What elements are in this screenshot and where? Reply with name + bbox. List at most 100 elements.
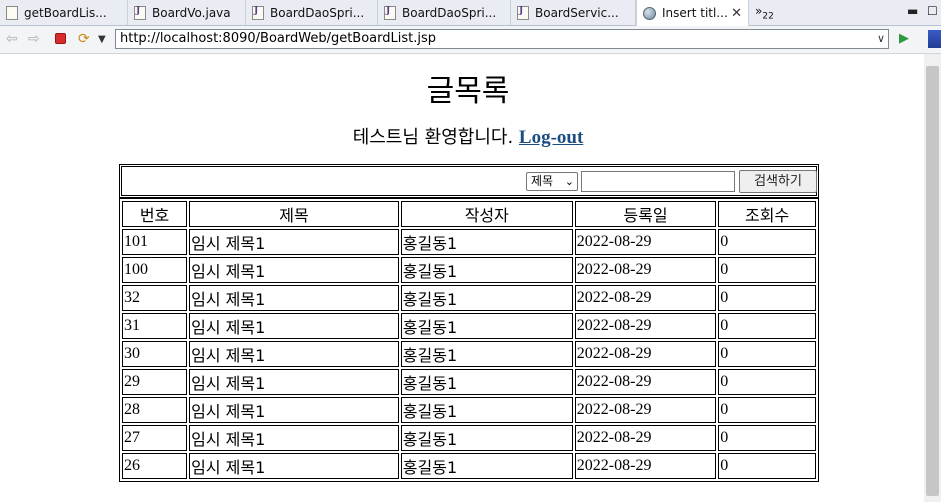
tab-boardservice[interactable]: BoardServic...	[511, 0, 636, 25]
row-title[interactable]: 임시 제목1	[189, 425, 399, 451]
row-writer: 홍길동1	[400, 313, 573, 339]
minimize-icon[interactable]: ▬	[907, 4, 918, 18]
chevron-down-icon[interactable]: ∨	[877, 30, 885, 48]
java-file-icon	[134, 5, 146, 20]
java-file-icon	[384, 5, 396, 20]
row-writer: 홍길동1	[400, 341, 573, 367]
tab-label: BoardVo.java	[152, 5, 231, 20]
search-condition-value: 제목	[531, 174, 554, 188]
search-keyword-input[interactable]	[581, 171, 735, 192]
table-row: 100 임시 제목1 홍길동1 2022-08-29 0	[122, 257, 816, 283]
row-number: 31	[122, 313, 188, 339]
row-writer: 홍길동1	[400, 453, 573, 479]
tab-boarddaospring-2[interactable]: BoardDaoSpri...	[378, 0, 511, 25]
table-row: 27 임시 제목1 홍길동1 2022-08-29 0	[122, 425, 816, 451]
tab-getboardlist[interactable]: getBoardLis...	[0, 0, 128, 25]
row-title[interactable]: 임시 제목1	[189, 453, 399, 479]
chevron-down-icon: ⌄	[564, 175, 574, 188]
row-number: 29	[122, 369, 188, 395]
tab-label: Insert titl...	[662, 6, 728, 20]
row-number: 26	[122, 453, 188, 479]
row-title[interactable]: 임시 제목1	[189, 285, 399, 311]
row-title[interactable]: 임시 제목1	[189, 257, 399, 283]
row-date: 2022-08-29	[574, 229, 717, 255]
tab-overflow-button[interactable]: »22	[755, 4, 774, 21]
table-row: 28 임시 제목1 홍길동1 2022-08-29 0	[122, 397, 816, 423]
row-title[interactable]: 임시 제목1	[189, 229, 399, 255]
row-writer: 홍길동1	[400, 369, 573, 395]
welcome-text: 테스트님 환영합니다.	[352, 127, 514, 148]
row-writer: 홍길동1	[400, 229, 573, 255]
row-date: 2022-08-29	[574, 285, 717, 311]
header-date: 등록일	[574, 201, 717, 227]
row-title[interactable]: 임시 제목1	[189, 369, 399, 395]
row-date: 2022-08-29	[574, 425, 717, 451]
page-title: 글목록	[426, 74, 510, 109]
row-date: 2022-08-29	[574, 453, 717, 479]
row-views: 0	[718, 257, 816, 283]
tab-boardvo[interactable]: BoardVo.java	[128, 0, 246, 25]
row-date: 2022-08-29	[574, 369, 717, 395]
tab-insert-title[interactable]: Insert titl... ✕	[636, 0, 749, 26]
search-condition-select[interactable]: 제목 ⌄	[526, 172, 578, 191]
row-date: 2022-08-29	[574, 257, 717, 283]
java-file-icon	[252, 5, 264, 20]
back-arrow-icon[interactable]: ⇦	[6, 31, 18, 47]
row-views: 0	[718, 425, 816, 451]
row-views: 0	[718, 397, 816, 423]
search-button[interactable]: 검색하기	[739, 170, 817, 193]
row-views: 0	[718, 229, 816, 255]
row-writer: 홍길동1	[400, 285, 573, 311]
tab-boarddaospring-1[interactable]: BoardDaoSpri...	[246, 0, 378, 25]
table-row: 31 임시 제목1 홍길동1 2022-08-29 0	[122, 313, 816, 339]
vertical-scrollbar[interactable]	[924, 54, 941, 502]
row-title[interactable]: 임시 제목1	[189, 313, 399, 339]
table-header-row: 번호 제목 작성자 등록일 조회수	[122, 201, 816, 227]
row-number: 27	[122, 425, 188, 451]
row-views: 0	[718, 369, 816, 395]
url-input[interactable]: http://localhost:8090/BoardWeb/getBoardL…	[115, 29, 889, 49]
welcome-message: 테스트님 환영합니다. Log-out	[0, 123, 936, 149]
table-row: 26 임시 제목1 홍길동1 2022-08-29 0	[122, 453, 816, 479]
stop-icon[interactable]	[55, 33, 66, 44]
header-views: 조회수	[718, 201, 816, 227]
editor-tab-strip: getBoardLis... BoardVo.java BoardDaoSpri…	[0, 0, 941, 26]
row-number: 100	[122, 257, 188, 283]
row-date: 2022-08-29	[574, 341, 717, 367]
header-number: 번호	[122, 201, 188, 227]
extension-icon[interactable]	[928, 30, 941, 48]
row-title[interactable]: 임시 제목1	[189, 341, 399, 367]
close-icon[interactable]: ✕	[731, 6, 742, 21]
tab-label: BoardServic...	[535, 5, 619, 20]
overflow-count: 22	[762, 11, 774, 22]
row-writer: 홍길동1	[400, 257, 573, 283]
url-text: http://localhost:8090/BoardWeb/getBoardL…	[120, 31, 436, 46]
table-row: 32 임시 제목1 홍길동1 2022-08-29 0	[122, 285, 816, 311]
browser-nav-bar: ⇦ ⇨ ⟳ ▼ http://localhost:8090/BoardWeb/g…	[0, 26, 941, 54]
tab-label: BoardDaoSpri...	[402, 5, 497, 20]
search-cell: 제목 ⌄ 검색하기	[121, 166, 817, 196]
table-row: 101 임시 제목1 홍길동1 2022-08-29 0	[122, 229, 816, 255]
row-views: 0	[718, 285, 816, 311]
header-writer: 작성자	[400, 201, 573, 227]
board-list-table: 번호 제목 작성자 등록일 조회수 101 임시 제목1 홍길동1 2022-08-2…	[119, 198, 819, 482]
row-date: 2022-08-29	[574, 397, 717, 423]
go-icon[interactable]: ▶	[899, 31, 909, 47]
forward-arrow-icon[interactable]: ⇨	[28, 31, 40, 47]
row-number: 30	[122, 341, 188, 367]
table-row: 29 임시 제목1 홍길동1 2022-08-29 0	[122, 369, 816, 395]
row-title[interactable]: 임시 제목1	[189, 397, 399, 423]
row-writer: 홍길동1	[400, 425, 573, 451]
maximize-icon[interactable]: ☐	[927, 4, 938, 18]
globe-icon	[643, 6, 656, 20]
chevron-down-icon[interactable]: ▼	[98, 32, 106, 48]
logout-link[interactable]: Log-out	[519, 127, 583, 148]
row-views: 0	[718, 341, 816, 367]
java-file-icon	[517, 5, 529, 20]
row-writer: 홍길동1	[400, 397, 573, 423]
search-bar: 제목 ⌄ 검색하기	[119, 164, 819, 198]
row-views: 0	[718, 453, 816, 479]
header-title: 제목	[189, 201, 399, 227]
row-number: 28	[122, 397, 188, 423]
refresh-icon[interactable]: ⟳	[78, 31, 90, 47]
